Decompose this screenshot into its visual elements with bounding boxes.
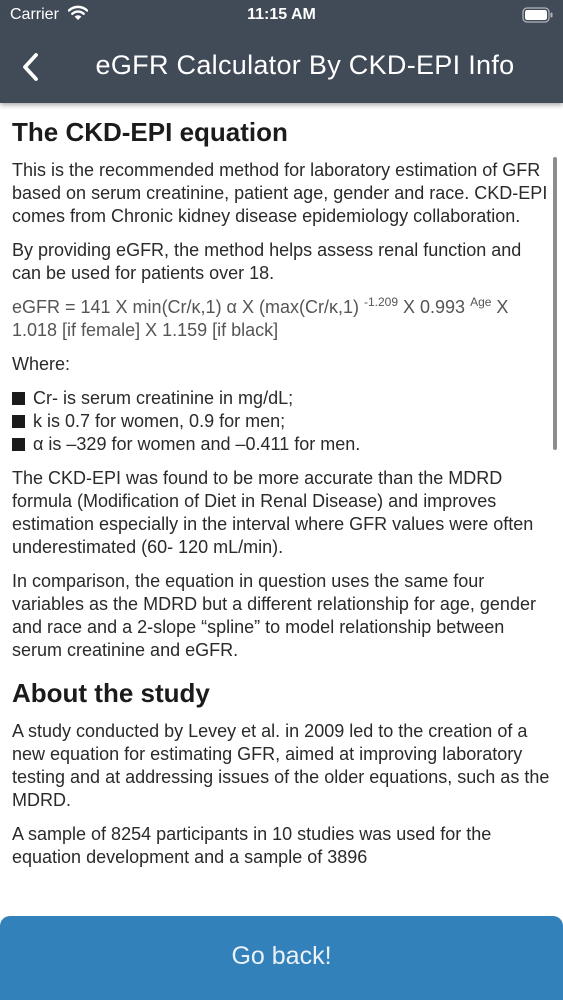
go-back-button[interactable]: Go back! xyxy=(0,916,563,1000)
page-title: eGFR Calculator By CKD-EPI Info xyxy=(95,50,515,80)
formula-exponent-1: -1.209 xyxy=(363,295,398,309)
paragraph-purpose: By providing eGFR, the method helps asse… xyxy=(12,240,522,283)
list-item: Cr- is serum creatinine in mg/dL; xyxy=(12,387,551,410)
paragraph-comparison: In comparison, the equation in question … xyxy=(12,571,536,660)
list-item: k is 0.7 for women, 0.9 for men; xyxy=(12,410,551,433)
list-item-text: α is –329 for women and –0.411 for men. xyxy=(33,434,361,454)
battery-icon xyxy=(522,7,553,23)
formula-text: eGFR = 141 X min(Cr/κ,1) α X (max(Cr/κ,1… xyxy=(12,296,551,342)
paragraph-accuracy: The CKD-EPI was found to be more accurat… xyxy=(12,468,534,557)
variable-list: Cr- is serum creatinine in mg/dL; k is 0… xyxy=(12,387,551,456)
list-item-text: k is 0.7 for women, 0.9 for men; xyxy=(33,411,286,431)
status-bar: Carrier 11:15 AM xyxy=(0,0,563,30)
article-scroll-view[interactable]: The CKD-EPI equation This is the recomme… xyxy=(0,103,563,916)
navigation-bar: eGFR Calculator By CKD-EPI Info xyxy=(0,30,563,103)
formula-part-2: X 0.993 xyxy=(398,297,471,317)
square-bullet-icon xyxy=(12,438,25,451)
list-item: α is –329 for women and –0.411 for men. xyxy=(12,433,551,456)
chevron-left-icon xyxy=(23,53,38,81)
list-item-text: Cr- is serum creatinine in mg/dL; xyxy=(33,388,294,408)
section-heading-study: About the study xyxy=(12,678,210,708)
article-body: The CKD-EPI equation This is the recomme… xyxy=(0,103,563,869)
where-label: Where: xyxy=(12,354,71,374)
scrollbar-thumb[interactable] xyxy=(553,157,557,450)
back-button[interactable] xyxy=(14,50,48,84)
square-bullet-icon xyxy=(12,392,25,405)
top-bar: Carrier 11:15 AM eGFR Calculator By CKD-… xyxy=(0,0,563,103)
paragraph-study: A study conducted by Levey et al. in 200… xyxy=(12,721,550,810)
formula-exponent-age: Age xyxy=(470,295,492,309)
formula-part-1: eGFR = 141 X min(Cr/κ,1) α X (max(Cr/κ,1… xyxy=(12,297,364,317)
status-time: 11:15 AM xyxy=(247,6,316,23)
paragraph-sample: A sample of 8254 participants in 10 stud… xyxy=(12,824,492,867)
paragraph-intro: This is the recommended method for labor… xyxy=(12,160,548,226)
square-bullet-icon xyxy=(12,415,25,428)
section-heading-ckd-epi: The CKD-EPI equation xyxy=(12,117,288,147)
